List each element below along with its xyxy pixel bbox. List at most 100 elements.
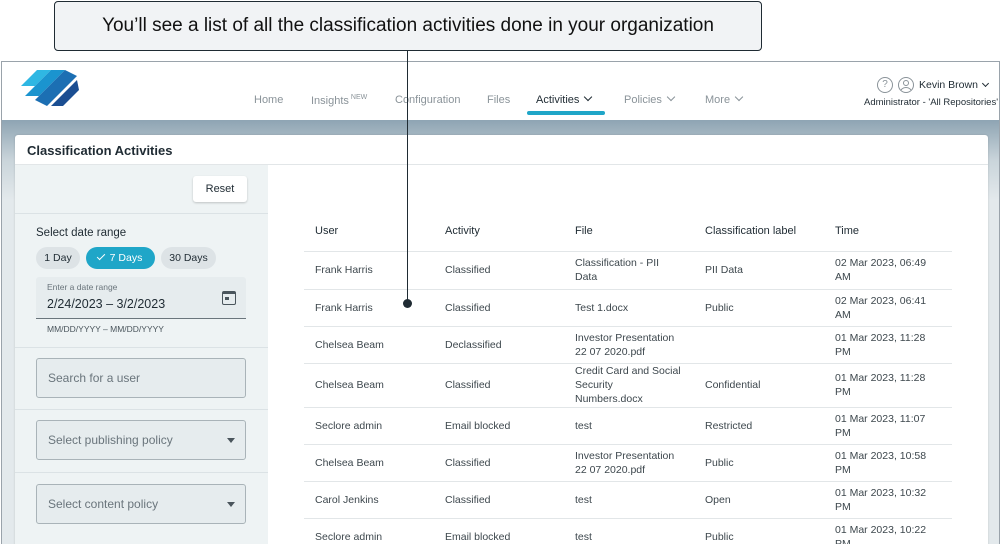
cell-activity: Email blocked bbox=[445, 419, 570, 433]
preset-30-days[interactable]: 30 Days bbox=[161, 247, 216, 269]
divider bbox=[15, 472, 268, 473]
cell-line: Investor Presentation bbox=[575, 331, 675, 344]
cell-time: 02 Mar 2023, 06:41 AM bbox=[835, 294, 960, 322]
user-menu[interactable]: Kevin Brown bbox=[919, 79, 989, 91]
cell-time: 01 Mar 2023, 11:28 PM bbox=[835, 331, 960, 359]
nav-configuration[interactable]: Configuration bbox=[395, 94, 460, 106]
content-policy-select[interactable]: Select content policy bbox=[36, 484, 246, 524]
cell-activity: Classified bbox=[445, 263, 570, 277]
cell-user: Seclore admin bbox=[315, 419, 440, 433]
callout-box: You’ll see a list of all the classificat… bbox=[54, 1, 762, 51]
user-role: Administrator - 'All Repositories' bbox=[864, 97, 999, 108]
cell-time: 02 Mar 2023, 06:49 AM bbox=[835, 256, 960, 284]
cell-line: PM bbox=[835, 386, 851, 398]
column-header-user: User bbox=[315, 225, 339, 237]
cell-line: 01 Mar 2023, 10:58 bbox=[835, 449, 927, 462]
date-range-field[interactable]: Enter a date range 2/24/2023 – 3/2/2023 bbox=[36, 277, 246, 319]
nav-activities[interactable]: Activities bbox=[536, 92, 593, 106]
chevron-down-icon bbox=[584, 92, 593, 102]
cell-time: 01 Mar 2023, 11:28 PM bbox=[835, 371, 960, 399]
divider bbox=[15, 347, 268, 348]
cell-line: PM bbox=[835, 500, 851, 513]
divider bbox=[15, 213, 268, 214]
cell-activity: Classified bbox=[445, 378, 570, 392]
cell-user: Chelsea Beam bbox=[315, 378, 440, 392]
column-header-time: Time bbox=[835, 225, 860, 237]
check-icon bbox=[96, 251, 105, 261]
cell-user: Seclore admin bbox=[315, 530, 440, 544]
cell-line: 22 07 2020.pdf bbox=[575, 463, 646, 476]
cell-line: Test 1.docx bbox=[575, 301, 629, 314]
cell-label: Confidential bbox=[705, 378, 830, 392]
cell-line: Chelsea Beam bbox=[315, 338, 384, 351]
row-divider bbox=[304, 481, 952, 482]
cell-user: Chelsea Beam bbox=[315, 338, 440, 352]
nav-policies[interactable]: Policies bbox=[624, 92, 676, 106]
cell-file: Test 1.docx bbox=[575, 301, 700, 315]
cell-time: 01 Mar 2023, 10:22 PM bbox=[835, 523, 960, 544]
row-divider bbox=[304, 289, 952, 290]
cell-file: test bbox=[575, 419, 700, 433]
cell-line: Classification - PII bbox=[575, 257, 660, 269]
cell-line: Numbers.docx bbox=[575, 393, 643, 405]
cell-user: Frank Harris bbox=[315, 301, 440, 315]
preset-1-day[interactable]: 1 Day bbox=[36, 247, 80, 269]
help-icon[interactable]: ? bbox=[877, 77, 893, 93]
cell-line: Open bbox=[705, 493, 731, 506]
cell-line: 01 Mar 2023, 11:28 bbox=[835, 331, 926, 344]
active-tab-indicator bbox=[527, 111, 605, 115]
user-avatar-icon[interactable] bbox=[898, 77, 914, 93]
cell-line: Chelsea Beam bbox=[315, 456, 384, 469]
cell-activity: Declassified bbox=[445, 338, 570, 352]
cell-line: PM bbox=[835, 426, 851, 439]
cell-label: Public bbox=[705, 530, 830, 544]
screenshot-root: Home Insights NEW Configuration Files Act… bbox=[0, 0, 1001, 544]
cell-line: AM bbox=[835, 308, 851, 321]
preset-7-days[interactable]: 7 Days bbox=[86, 247, 155, 269]
user-search-input[interactable]: Search for a user bbox=[36, 358, 246, 398]
chevron-down-icon bbox=[981, 79, 989, 88]
cell-label: Public bbox=[705, 456, 830, 470]
reset-button[interactable]: Reset bbox=[193, 176, 247, 202]
cell-line: 22 07 2020.pdf bbox=[575, 345, 646, 358]
cell-user: Chelsea Beam bbox=[315, 456, 440, 470]
nav-home[interactable]: Home bbox=[254, 94, 283, 106]
publishing-policy-select[interactable]: Select publishing policy bbox=[36, 420, 246, 460]
cell-line: Frank Harris bbox=[315, 264, 373, 276]
cell-line: Security bbox=[575, 379, 613, 391]
nav-insights[interactable]: Insights NEW bbox=[311, 94, 367, 107]
page-title: Classification Activities bbox=[27, 143, 173, 158]
row-divider bbox=[304, 518, 952, 519]
column-header-activity: Activity bbox=[445, 225, 480, 237]
cell-line: PM bbox=[835, 538, 851, 544]
cell-line: Classified bbox=[445, 379, 491, 391]
new-badge: NEW bbox=[350, 94, 368, 101]
cell-time: 01 Mar 2023, 10:32 PM bbox=[835, 486, 960, 514]
dropdown-arrow-icon bbox=[227, 502, 235, 507]
cell-line: 02 Mar 2023, 06:41 bbox=[835, 294, 927, 307]
cell-line: PM bbox=[835, 463, 851, 476]
callout-pointer-dot bbox=[403, 299, 412, 308]
chevron-down-icon bbox=[734, 92, 744, 102]
cell-activity: Classified bbox=[445, 301, 570, 315]
date-range-title: Select date range bbox=[36, 227, 127, 239]
dropdown-arrow-icon bbox=[227, 438, 235, 443]
row-divider bbox=[304, 407, 952, 408]
cell-line: AM bbox=[835, 271, 851, 283]
main-nav: Home Insights NEW Configuration Files Act… bbox=[2, 62, 862, 120]
nav-more[interactable]: More bbox=[705, 92, 744, 106]
column-header-classification-label: Classification label bbox=[705, 225, 797, 237]
cell-line: test bbox=[575, 419, 592, 432]
cell-line: Email blocked bbox=[445, 419, 511, 432]
filter-sidebar: Reset Select date range 1 Day 7 Days 30 … bbox=[15, 165, 268, 544]
nav-files[interactable]: Files bbox=[487, 94, 510, 106]
cell-line: Seclore admin bbox=[315, 419, 383, 432]
cell-line: Restricted bbox=[705, 419, 753, 432]
cell-line: Public bbox=[705, 301, 734, 314]
cell-activity: Email blocked bbox=[445, 530, 570, 544]
calendar-icon[interactable] bbox=[222, 291, 236, 305]
cell-line: Public bbox=[705, 531, 734, 543]
cell-line: test bbox=[575, 531, 592, 543]
cell-file: test bbox=[575, 493, 700, 507]
cell-line: Confidential bbox=[705, 379, 761, 391]
